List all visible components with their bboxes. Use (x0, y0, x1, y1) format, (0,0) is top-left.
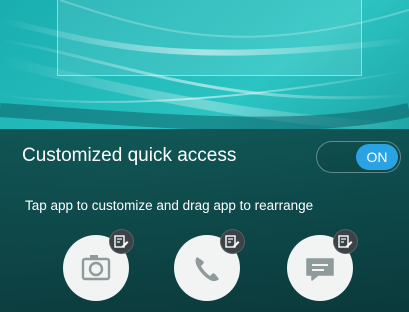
edit-icon (114, 235, 129, 248)
edit-badge[interactable] (333, 229, 358, 254)
edit-icon (225, 235, 240, 248)
edit-icon (338, 235, 353, 248)
quick-access-panel: Customized quick access ON Tap app to cu… (0, 129, 409, 312)
edit-badge[interactable] (109, 229, 134, 254)
quick-access-toggle[interactable]: ON (316, 141, 401, 173)
edit-badge[interactable] (220, 229, 245, 254)
quick-app-camera[interactable] (63, 229, 134, 301)
panel-hint: Tap app to customize and drag app to rea… (25, 198, 314, 213)
quick-app-phone[interactable] (174, 229, 245, 301)
panel-title: Customized quick access (22, 145, 237, 166)
toggle-on-label: ON (356, 144, 398, 170)
quick-app-messaging[interactable] (287, 229, 358, 301)
screen-preview-box (57, 0, 362, 76)
